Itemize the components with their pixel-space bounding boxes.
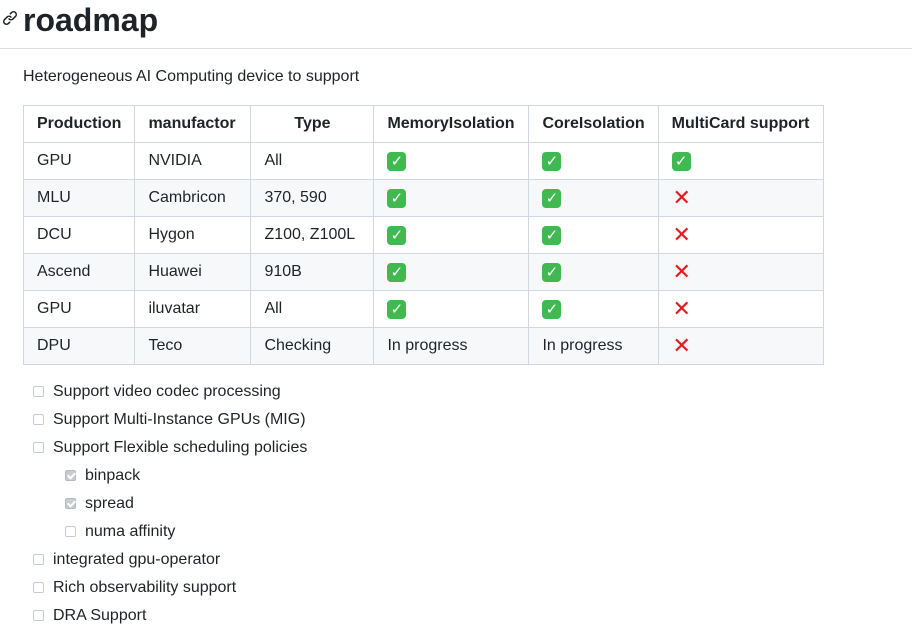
check-mark-icon: ✓ [542,225,562,245]
cell-memory-isolation: In progress [373,327,530,365]
unchecked-checkbox[interactable] [65,526,76,537]
section-heading: roadmap [0,0,912,49]
cell-core-isolation: ✓ [528,179,659,217]
column-header-core-isolation: CoreIsolation [528,105,659,143]
unchecked-checkbox[interactable] [33,610,44,621]
task-label: DRA Support [53,607,147,624]
cell-memory-isolation: ✓ [373,142,530,180]
check-mark-icon: ✓ [542,151,562,171]
check-mark-icon: ✓ [387,299,407,319]
cell-type: All [250,142,375,180]
cell-production: Ascend [22,253,136,291]
cell-multicard-support: ✓ [657,142,824,180]
cell-production: GPU [22,142,136,180]
intro-text: Heterogeneous AI Computing device to sup… [23,68,360,85]
cell-type: All [250,290,375,328]
cross-mark-icon: ✕ [672,333,691,358]
cell-manufactor: Hygon [134,216,252,254]
cell-memory-isolation: ✓ [373,290,530,328]
column-header-manufactor: manufactor [134,105,252,143]
check-mark-icon: ✓ [387,225,407,245]
cell-manufactor: NVIDIA [134,142,252,180]
check-mark-icon: ✓ [542,299,562,319]
cell-core-isolation: ✓ [528,253,659,291]
cell-memory-isolation: ✓ [373,216,530,254]
cell-manufactor: iluvatar [134,290,252,328]
cell-manufactor: Teco [134,327,252,365]
cell-core-isolation: ✓ [528,216,659,254]
task-label: Rich observability support [53,579,237,596]
task-label: Support video codec processing [53,383,281,400]
cell-production: MLU [22,179,136,217]
column-header-production: Production [22,105,136,143]
task-label: integrated gpu-operator [53,551,221,568]
table-row: GPU NVIDIA All ✓ ✓ ✓ [22,142,824,180]
check-mark-icon: ✓ [542,188,562,208]
check-mark-icon: ✓ [542,262,562,282]
cell-production: DCU [22,216,136,254]
cell-type: 910B [250,253,375,291]
task-label: numa affinity [85,523,176,540]
task-label: Support Flexible scheduling policies [53,439,308,456]
unchecked-checkbox[interactable] [33,386,44,397]
table-row: Ascend Huawei 910B ✓ ✓ ✕ [22,253,824,291]
cross-mark-icon: ✕ [672,259,691,284]
check-mark-icon: ✓ [387,262,407,282]
checked-checkbox[interactable] [65,470,76,481]
cell-production: GPU [22,290,136,328]
cell-type: Checking [250,327,375,365]
cell-multicard-support: ✕ [657,253,824,291]
check-mark-icon: ✓ [387,151,407,171]
table-row: DPU Teco Checking In progress In progress ✕ [22,327,824,365]
page-title: roadmap [23,2,159,38]
cell-manufactor: Cambricon [134,179,252,217]
cell-multicard-support: ✕ [657,327,824,365]
cross-mark-icon: ✕ [672,296,691,321]
table-header-row: Production manufactor Type MemoryIsolati… [22,105,824,143]
unchecked-checkbox[interactable] [33,554,44,565]
checked-checkbox[interactable] [65,498,76,509]
table-row: DCU Hygon Z100, Z100L ✓ ✓ ✕ [22,216,824,254]
cell-manufactor: Huawei [134,253,252,291]
cell-type: 370, 590 [250,179,375,217]
cross-mark-icon: ✕ [672,185,691,210]
cell-production: DPU [22,327,136,365]
cell-memory-isolation: ✓ [373,179,530,217]
task-label: spread [85,495,134,512]
check-mark-icon: ✓ [671,151,691,171]
unchecked-checkbox[interactable] [33,582,44,593]
link-icon[interactable] [2,10,18,26]
cell-memory-isolation: ✓ [373,253,530,291]
column-header-multicard-support: MultiCard support [657,105,824,143]
table-row: MLU Cambricon 370, 590 ✓ ✓ ✕ [22,179,824,217]
cell-multicard-support: ✕ [657,179,824,217]
cell-type: Z100, Z100L [250,216,375,254]
device-support-table: Production manufactor Type MemoryIsolati… [22,105,824,365]
cell-core-isolation: ✓ [528,290,659,328]
check-mark-icon: ✓ [387,188,407,208]
column-header-type: Type [250,105,375,143]
cell-multicard-support: ✕ [657,290,824,328]
table-row: GPU iluvatar All ✓ ✓ ✕ [22,290,824,328]
task-label: Support Multi-Instance GPUs (MIG) [53,411,306,428]
unchecked-checkbox[interactable] [33,414,44,425]
cell-core-isolation: ✓ [528,142,659,180]
cell-multicard-support: ✕ [657,216,824,254]
cell-core-isolation: In progress [528,327,659,365]
unchecked-checkbox[interactable] [33,442,44,453]
cross-mark-icon: ✕ [672,222,691,247]
column-header-memory-isolation: MemoryIsolation [373,105,530,143]
task-label: binpack [85,467,141,484]
